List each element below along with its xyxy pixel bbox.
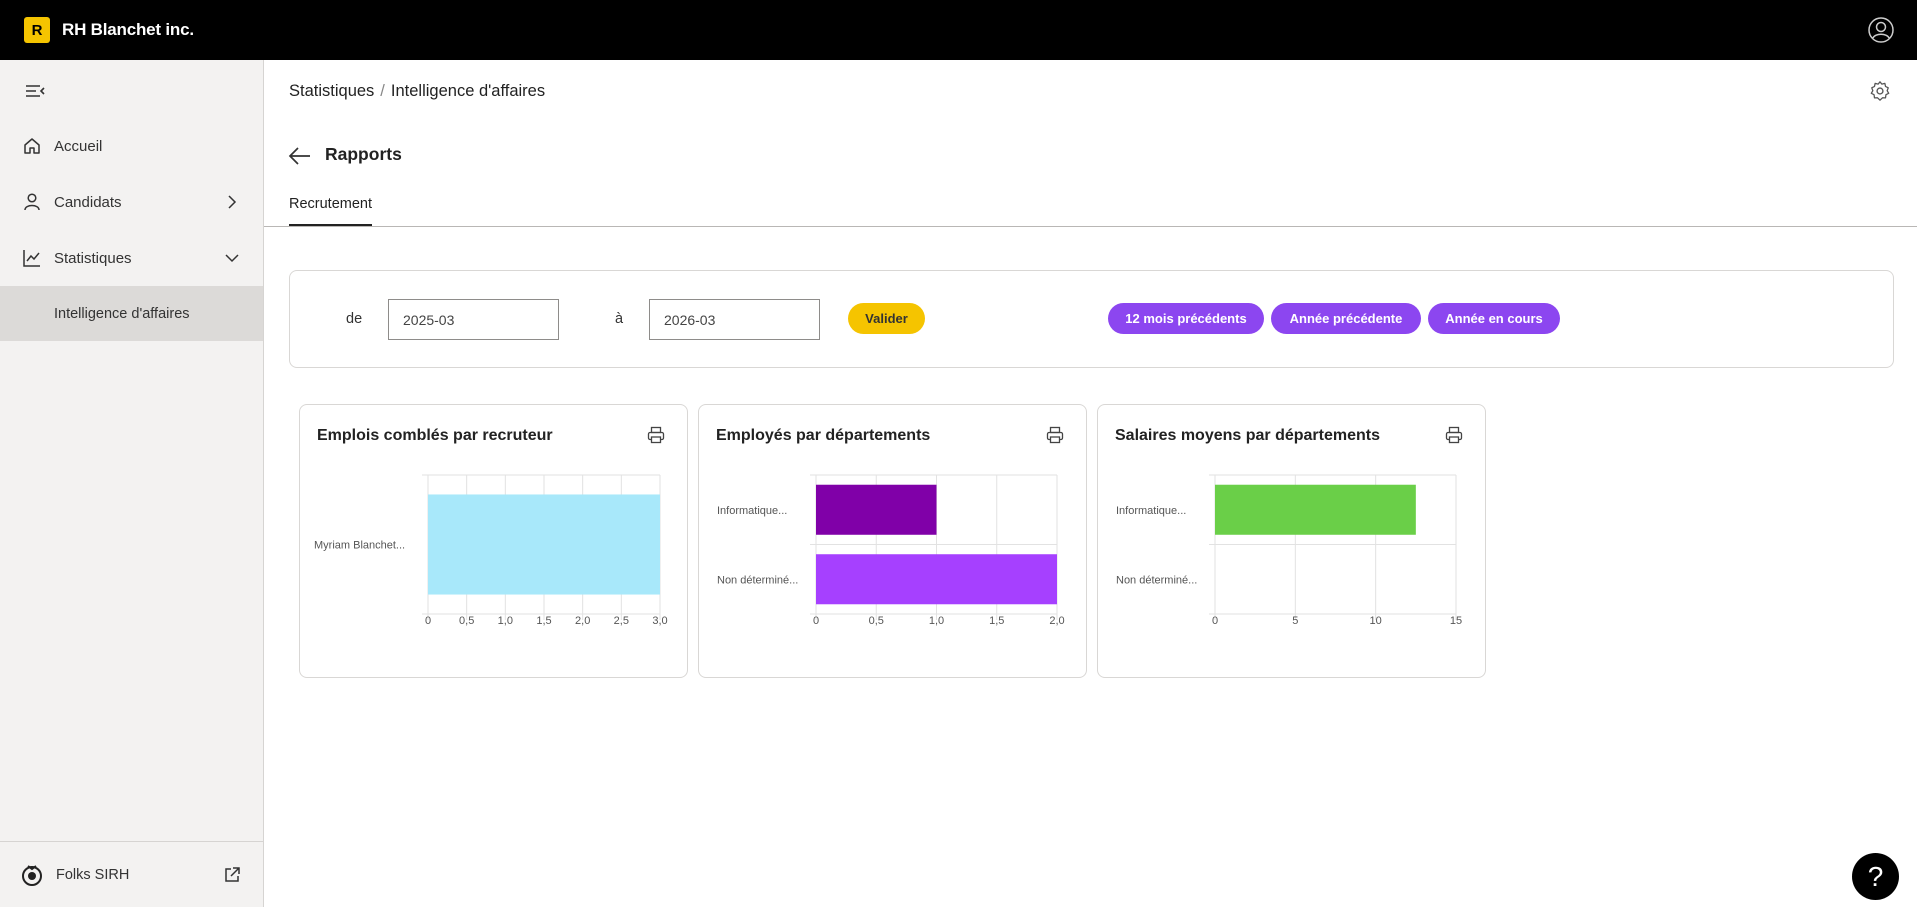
bar	[816, 554, 1057, 605]
footer-label: Folks SIRH	[56, 866, 130, 883]
sidebar-item-candidats[interactable]: Candidats	[0, 174, 263, 230]
chevron-right-icon	[228, 195, 237, 209]
sidebar-item-label: Candidats	[54, 193, 122, 211]
chart-card-employes: Employés par départements 0 0,5 1,0 1,5 2,0 I…	[698, 404, 1087, 678]
bar	[1215, 484, 1416, 535]
chart-card-salaires: Salaires moyens par départements 0 5 10 15 I…	[1097, 404, 1486, 678]
sidebar-item-label: Statistiques	[54, 249, 132, 267]
y-category-label: Informatique...	[1116, 505, 1186, 517]
sidebar-item-label: Accueil	[54, 137, 103, 155]
top-bar: R RH Blanchet inc.	[0, 0, 1917, 60]
breadcrumb-item-statistiques[interactable]: Statistiques	[289, 82, 374, 100]
sidebar-subitem-label: Intelligence d'affaires	[54, 305, 190, 322]
print-icon[interactable]	[647, 426, 665, 444]
x-tick-label: 3,0	[652, 615, 667, 627]
date-filter-panel: de à Valider 12 mois précédents Année pr…	[289, 270, 1894, 368]
x-tick-label: 10	[1370, 615, 1382, 627]
line-chart-icon	[22, 248, 42, 268]
preset-current-year-button[interactable]: Année en cours	[1428, 303, 1560, 334]
validate-button[interactable]: Valider	[848, 303, 925, 334]
logo-badge: R	[24, 17, 50, 43]
breadcrumb: Statistiques / Intelligence d'affaires	[289, 82, 545, 101]
chevron-down-icon	[225, 254, 239, 263]
x-tick-label: 5	[1292, 615, 1298, 627]
collapse-menu-icon[interactable]	[24, 82, 46, 100]
sidebar-item-accueil[interactable]: Accueil	[0, 118, 263, 174]
chart-title: Emplois comblés par recruteur	[317, 427, 553, 444]
x-tick-label: 0	[1212, 615, 1218, 627]
chart-title: Salaires moyens par départements	[1115, 427, 1381, 444]
x-tick-label: 1,5	[989, 615, 1004, 627]
y-category-label: Myriam Blanchet...	[314, 540, 405, 552]
from-label: de	[346, 311, 363, 327]
print-icon[interactable]	[1046, 426, 1064, 444]
page-title: Rapports	[325, 144, 402, 164]
chart-title: Employés par départements	[716, 427, 931, 444]
main-content: Statistiques / Intelligence d'affaires Rap…	[264, 60, 1917, 907]
x-tick-label: 2,0	[1049, 615, 1064, 627]
sidebar-item-statistiques[interactable]: Statistiques	[0, 230, 263, 286]
tab-divider	[264, 226, 1917, 227]
print-icon[interactable]	[1445, 426, 1463, 444]
app-title: RH Blanchet inc.	[62, 20, 194, 39]
to-label: à	[615, 311, 624, 327]
x-tick-label: 1,5	[536, 615, 551, 627]
preset-previous-year-button[interactable]: Année précédente	[1271, 303, 1421, 334]
x-tick-label: 15	[1450, 615, 1462, 627]
sidebar-item-intelligence-affaires[interactable]: Intelligence d'affaires	[0, 286, 263, 341]
home-icon	[22, 136, 42, 156]
x-tick-label: 0,5	[869, 615, 884, 627]
external-link-icon[interactable]	[223, 866, 241, 884]
bar	[428, 494, 660, 595]
x-tick-label: 1,0	[929, 615, 944, 627]
chart-salaires: 0 5 10 15 Informatique... Non déterminé...	[1116, 474, 1462, 627]
chart-employes: 0 0,5 1,0 1,5 2,0 Informatique... Non détermin…	[717, 474, 1065, 627]
y-category-label: Non déterminé...	[1116, 574, 1197, 586]
x-tick-label: 0,5	[459, 615, 474, 627]
user-account-icon[interactable]	[1867, 16, 1895, 44]
to-date-input[interactable]	[649, 299, 820, 340]
y-category-label: Non déterminé...	[717, 574, 798, 586]
person-icon	[22, 192, 42, 212]
chart-card-emplois: Emplois comblés par recruteur 0 0,5 1,0 1,5…	[299, 404, 688, 678]
breadcrumb-item-current: Intelligence d'affaires	[390, 82, 546, 100]
x-tick-label: 0	[813, 615, 819, 627]
folks-logo-icon	[22, 864, 42, 886]
back-arrow-icon[interactable]	[288, 145, 312, 167]
y-category-label: Informatique...	[717, 505, 787, 517]
breadcrumb-separator: /	[380, 82, 385, 100]
sidebar-footer[interactable]: Folks SIRH	[0, 841, 263, 907]
gear-icon[interactable]	[1869, 80, 1891, 102]
chart-emplois: 0 0,5 1,0 1,5 2,0 2,5 3,0 Myriam Blanchet...	[314, 474, 668, 627]
x-tick-label: 0	[425, 615, 431, 627]
x-tick-label: 2,5	[614, 615, 629, 627]
from-date-input[interactable]	[388, 299, 559, 340]
sidebar: Accueil Candidats Statistiques Intellige…	[0, 60, 264, 907]
bar	[816, 484, 937, 535]
tab-recrutement[interactable]: Recrutement	[289, 196, 373, 226]
x-tick-label: 1,0	[498, 615, 513, 627]
help-button[interactable]: ?	[1852, 853, 1899, 900]
x-tick-label: 2,0	[575, 615, 590, 627]
preset-12-months-button[interactable]: 12 mois précédents	[1108, 303, 1264, 334]
